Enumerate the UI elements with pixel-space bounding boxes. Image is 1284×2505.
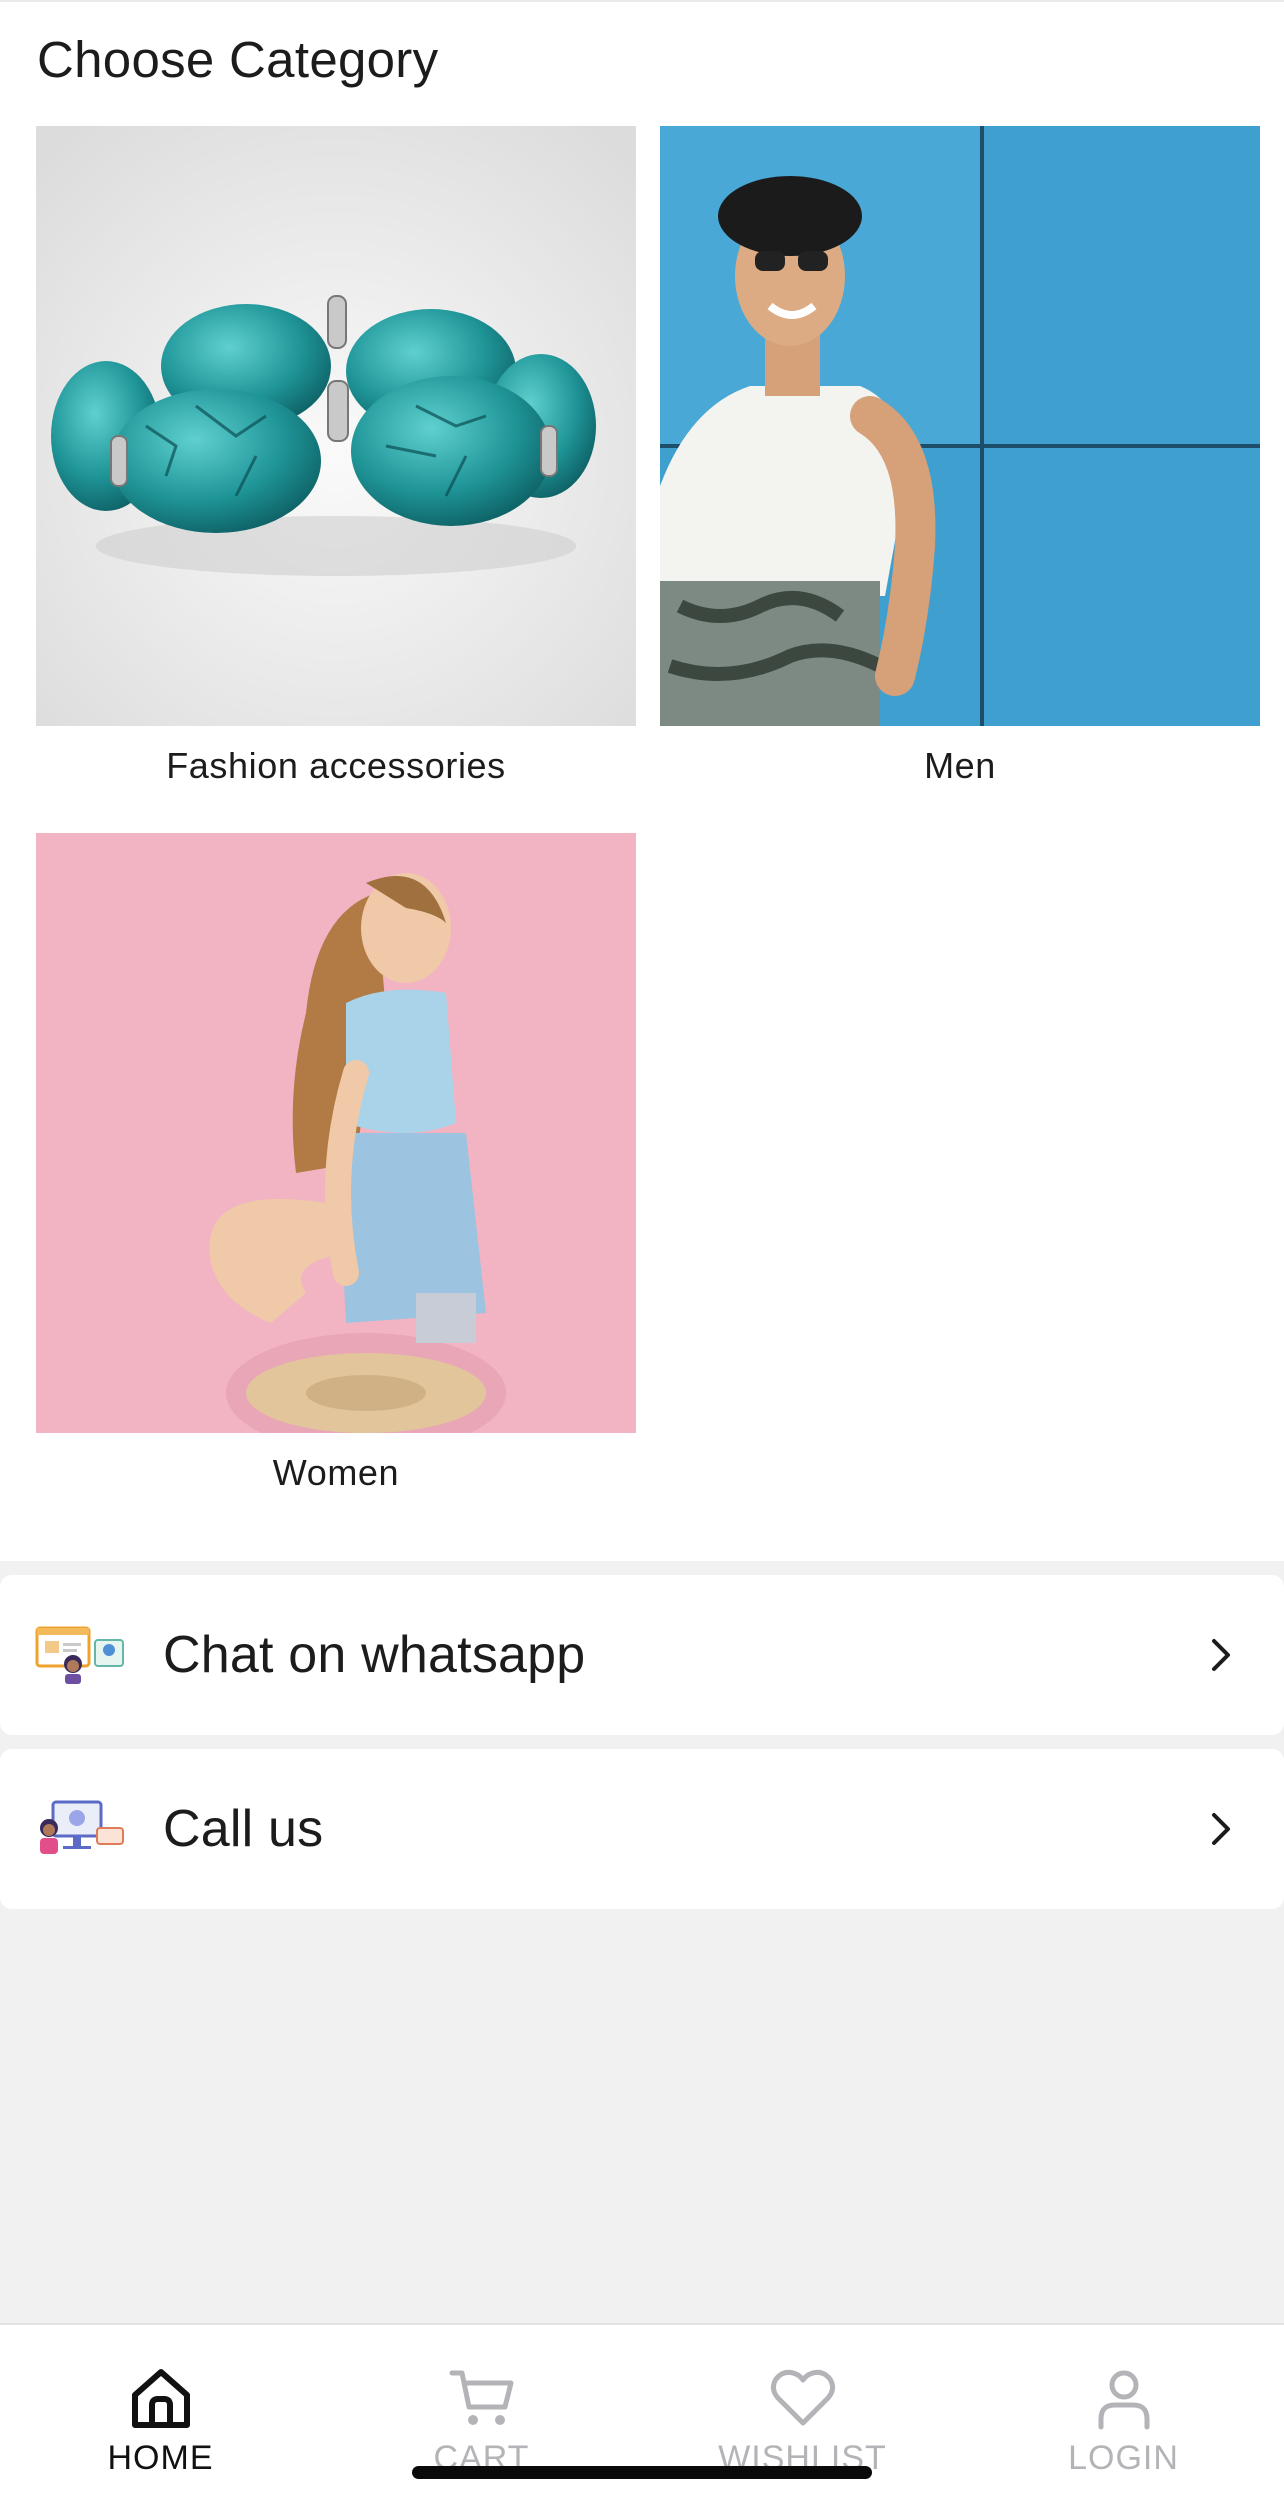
heart-icon	[770, 2369, 835, 2426]
man-image	[660, 126, 1260, 726]
page-title: Choose Category	[37, 31, 439, 88]
tab-login[interactable]: LOGIN	[963, 2325, 1284, 2505]
home-indicator[interactable]	[412, 2466, 872, 2479]
cart-icon	[449, 2370, 513, 2425]
call-us-illustration-icon	[40, 1800, 124, 1854]
category-label: Men	[924, 745, 996, 786]
call-us-row[interactable]: Call us	[0, 1749, 1284, 1909]
tab-label: HOME	[107, 2439, 214, 2477]
category-card-women[interactable]: Women	[36, 833, 636, 1494]
tab-label: LOGIN	[1068, 2439, 1179, 2477]
tab-home[interactable]: HOME	[0, 2325, 321, 2505]
whatsapp-chat-illustration-icon	[35, 1626, 124, 1684]
home-icon	[131, 2369, 190, 2428]
call-us-label: Call us	[163, 1800, 324, 1858]
category-section: Choose Category Fashion accessories Men …	[0, 0, 1284, 1561]
category-card-men[interactable]: Men	[660, 126, 1260, 787]
chat-on-whatsapp-label: Chat on whatsapp	[163, 1626, 586, 1684]
app-screen: Choose Category Fashion accessories Men …	[0, 0, 1284, 2505]
chevron-right-icon	[1212, 1813, 1230, 1845]
user-icon	[1098, 2370, 1149, 2430]
category-label: Women	[272, 1452, 400, 1493]
bracelet-image	[36, 126, 636, 726]
category-card-fashion-accessories[interactable]: Fashion accessories	[36, 126, 636, 787]
category-label: Fashion accessories	[166, 745, 506, 786]
woman-image	[36, 833, 636, 1433]
chevron-right-icon	[1212, 1639, 1230, 1671]
chat-on-whatsapp-row[interactable]: Chat on whatsapp	[0, 1575, 1284, 1735]
